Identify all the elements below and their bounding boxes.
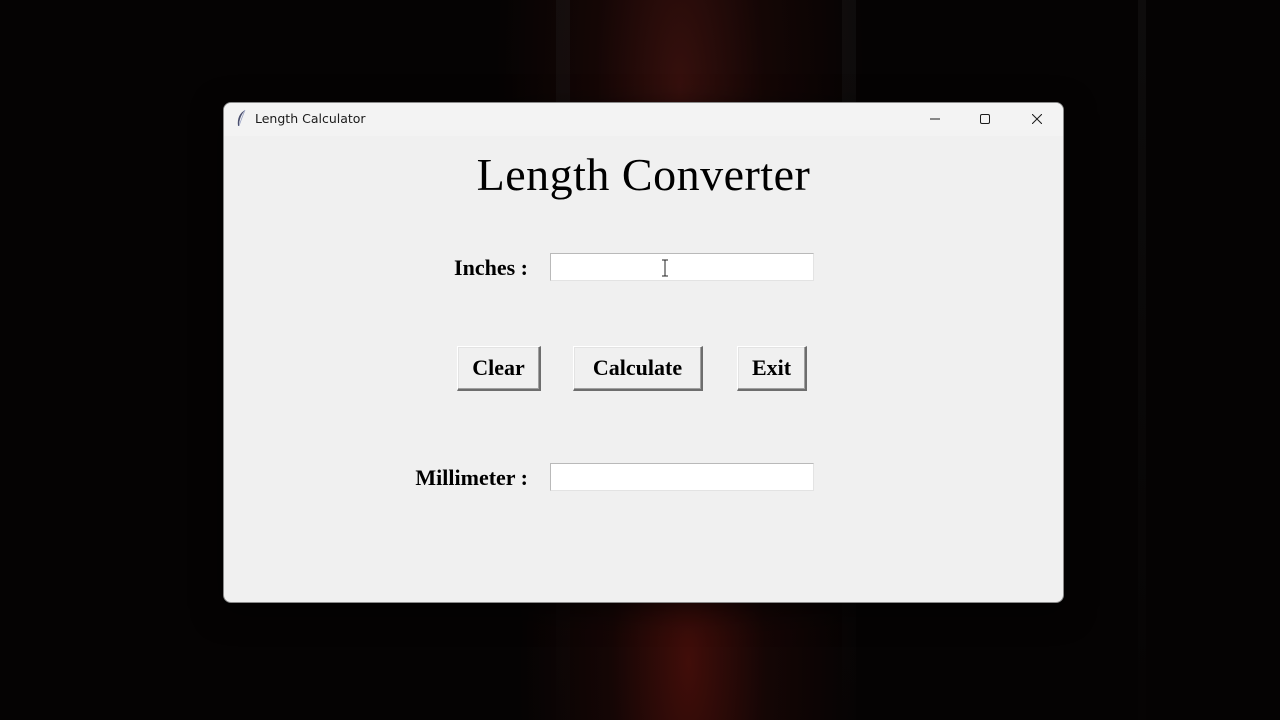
feather-icon [234, 109, 250, 129]
millimeter-output[interactable] [550, 463, 814, 491]
desktop-background: Length Calculator Length Converter Inche… [0, 0, 1280, 720]
close-button[interactable] [1014, 103, 1060, 136]
minimize-button[interactable] [912, 103, 958, 136]
clear-button[interactable]: Clear [457, 346, 541, 391]
window-title: Length Calculator [255, 111, 366, 126]
inches-label: Inches : [454, 255, 528, 280]
calculate-button[interactable]: Calculate [573, 346, 703, 391]
title-bar[interactable]: Length Calculator [224, 103, 1063, 136]
length-calculator-window: Length Calculator Length Converter Inche… [223, 102, 1064, 603]
close-icon [1031, 111, 1043, 129]
exit-button[interactable]: Exit [737, 346, 807, 391]
wallpaper-stripe [1138, 0, 1146, 720]
maximize-icon [980, 111, 990, 129]
inches-input[interactable] [550, 253, 814, 281]
minimize-icon [930, 111, 940, 129]
page-title: Length Converter [476, 149, 811, 200]
millimeter-label: Millimeter : [415, 465, 528, 490]
maximize-button[interactable] [962, 103, 1008, 136]
